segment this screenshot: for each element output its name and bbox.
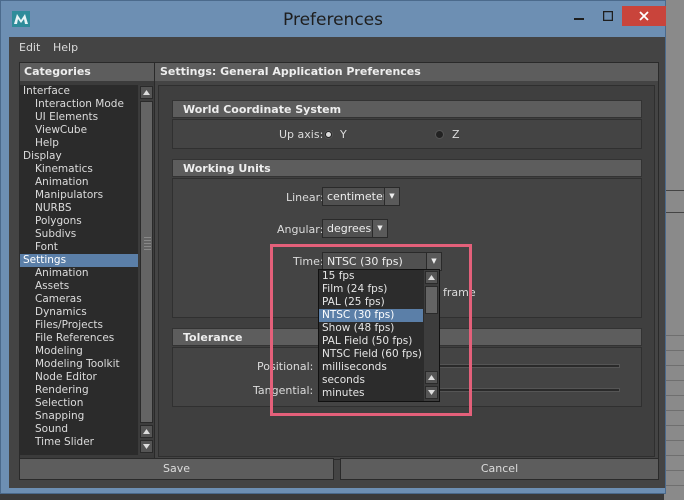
category-item[interactable]: Cameras (20, 293, 138, 306)
angular-combo[interactable]: degrees ▼ (322, 219, 388, 238)
category-item[interactable]: Time Slider (20, 436, 138, 449)
up-axis-label: Up axis: (279, 128, 324, 141)
category-item[interactable]: Modeling (20, 345, 138, 358)
up-axis-y-label: Y (340, 128, 347, 141)
background-line (664, 190, 684, 191)
angular-label: Angular: (277, 223, 324, 236)
settings-header: Settings: General Application Preference… (155, 63, 658, 81)
background-grid (664, 330, 684, 500)
up-axis-z-label: Z (452, 128, 460, 141)
category-item[interactable]: Manipulators (20, 189, 138, 202)
category-item[interactable]: Modeling Toolkit (20, 358, 138, 371)
category-item[interactable]: Display (20, 150, 138, 163)
category-item[interactable]: Files/Projects (20, 319, 138, 332)
linear-combo[interactable]: centimeter ▼ (322, 187, 400, 206)
scroll-down-button[interactable] (140, 440, 153, 453)
category-item[interactable]: Interface (20, 85, 138, 98)
category-item[interactable]: Assets (20, 280, 138, 293)
title-bar[interactable]: Preferences (1, 1, 666, 37)
up-axis-z-radio[interactable] (435, 130, 444, 139)
category-item[interactable]: NURBS (20, 202, 138, 215)
category-item[interactable]: Dynamics (20, 306, 138, 319)
save-button[interactable]: Save (19, 458, 334, 480)
category-item[interactable]: File References (20, 332, 138, 345)
close-icon (639, 11, 649, 21)
angular-value: degrees (327, 222, 372, 235)
maximize-button[interactable] (593, 5, 623, 27)
world-coordinate-header[interactable]: World Coordinate System (172, 100, 642, 118)
minimize-icon (574, 18, 584, 20)
scroll-up-button[interactable] (140, 425, 153, 438)
scroll-up-icon (143, 90, 150, 95)
highlight-box (270, 244, 472, 416)
category-item[interactable]: Font (20, 241, 138, 254)
up-axis-y-radio[interactable] (324, 130, 333, 139)
menu-edit[interactable]: Edit (19, 41, 40, 54)
category-item[interactable]: Polygons (20, 215, 138, 228)
chevron-down-icon: ▼ (372, 220, 387, 237)
working-units-header[interactable]: Working Units (172, 159, 642, 177)
scroll-up-button[interactable] (140, 86, 153, 99)
scroll-grip (144, 236, 151, 250)
scroll-up-icon (143, 429, 150, 434)
close-button[interactable] (622, 6, 666, 26)
category-item[interactable]: Node Editor (20, 371, 138, 384)
linear-value: centimeter (327, 190, 388, 203)
minimize-button[interactable] (564, 5, 594, 27)
categories-scrollbar[interactable] (139, 85, 154, 455)
category-item[interactable]: Animation (20, 176, 138, 189)
category-item[interactable]: Help (20, 137, 138, 150)
category-item[interactable]: Kinematics (20, 163, 138, 176)
linear-label: Linear: (286, 191, 324, 204)
category-item[interactable]: Animation (20, 267, 138, 280)
chevron-down-icon: ▼ (384, 188, 399, 205)
category-item[interactable]: Subdivs (20, 228, 138, 241)
categories-panel: Categories Interface Interaction Mode UI E… (19, 62, 155, 460)
scroll-down-icon (143, 444, 150, 449)
maximize-icon (603, 11, 613, 21)
category-item[interactable]: Sound (20, 423, 138, 436)
category-item[interactable]: Settings (20, 254, 138, 267)
background-app (664, 0, 684, 500)
world-coordinate-frame: Up axis: Y Z (172, 119, 642, 149)
categories-list[interactable]: Interface Interaction Mode UI Elements View… (20, 85, 138, 455)
category-item[interactable]: Snapping (20, 410, 138, 423)
category-item[interactable]: ViewCube (20, 124, 138, 137)
cancel-button[interactable]: Cancel (340, 458, 659, 480)
categories-header: Categories (20, 63, 154, 81)
scroll-thumb[interactable] (140, 101, 153, 423)
menu-help[interactable]: Help (53, 41, 78, 54)
category-item[interactable]: Interaction Mode (20, 98, 138, 111)
category-item[interactable]: Selection (20, 397, 138, 410)
background-line (664, 212, 684, 213)
category-item[interactable]: UI Elements (20, 111, 138, 124)
menu-bar: Edit Help (9, 37, 665, 57)
category-item[interactable]: Rendering (20, 384, 138, 397)
